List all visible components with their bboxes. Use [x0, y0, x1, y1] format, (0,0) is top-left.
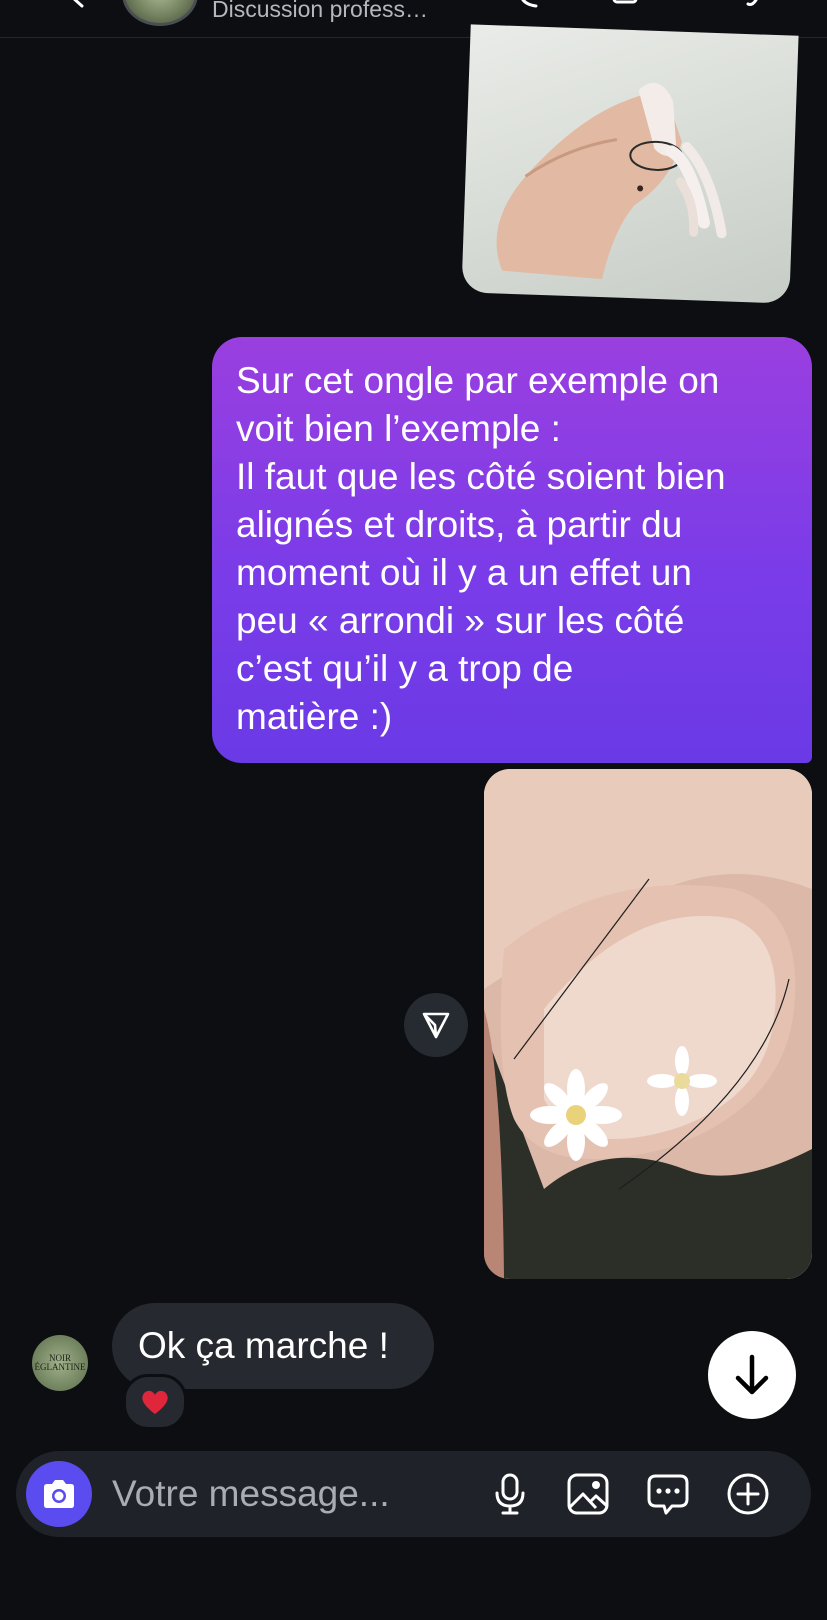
contact-avatar[interactable]: NOIR ÉGLANTINE	[32, 1335, 88, 1391]
header-avatar[interactable]	[122, 0, 198, 26]
video-call-icon[interactable]	[612, 0, 638, 8]
nail-closeup-image	[484, 769, 812, 1279]
heart-icon	[142, 1390, 168, 1414]
image-icon[interactable]	[566, 1472, 610, 1516]
heart-reaction[interactable]	[123, 1374, 187, 1430]
share-button[interactable]	[404, 993, 468, 1057]
sent-photo-nail[interactable]	[484, 769, 812, 1279]
arrow-down-icon	[735, 1354, 769, 1395]
received-message-text: Ok ça marche !	[138, 1325, 389, 1366]
hand-nail-image	[496, 82, 727, 280]
flag-icon[interactable]	[742, 0, 768, 8]
header-subtitle: Discussion profess…	[212, 0, 429, 22]
avatar-logo-text: NOIR ÉGLANTINE	[34, 1353, 86, 1372]
send-icon	[422, 1012, 450, 1039]
microphone-icon[interactable]	[488, 1472, 532, 1516]
sent-message-bubble[interactable]: Sur cet ongle par exemple on voit bien l…	[212, 337, 812, 763]
message-input[interactable]	[112, 1469, 442, 1519]
message-composer	[16, 1451, 811, 1537]
chat-bubble-icon[interactable]	[646, 1472, 690, 1516]
camera-icon	[44, 1480, 74, 1508]
scroll-down-button[interactable]	[708, 1331, 796, 1419]
plus-circle-icon[interactable]	[726, 1472, 770, 1516]
phone-call-icon[interactable]	[516, 0, 542, 8]
camera-button[interactable]	[26, 1461, 92, 1527]
sent-photo-hand[interactable]	[461, 24, 799, 304]
back-arrow-icon[interactable]	[66, 0, 88, 8]
